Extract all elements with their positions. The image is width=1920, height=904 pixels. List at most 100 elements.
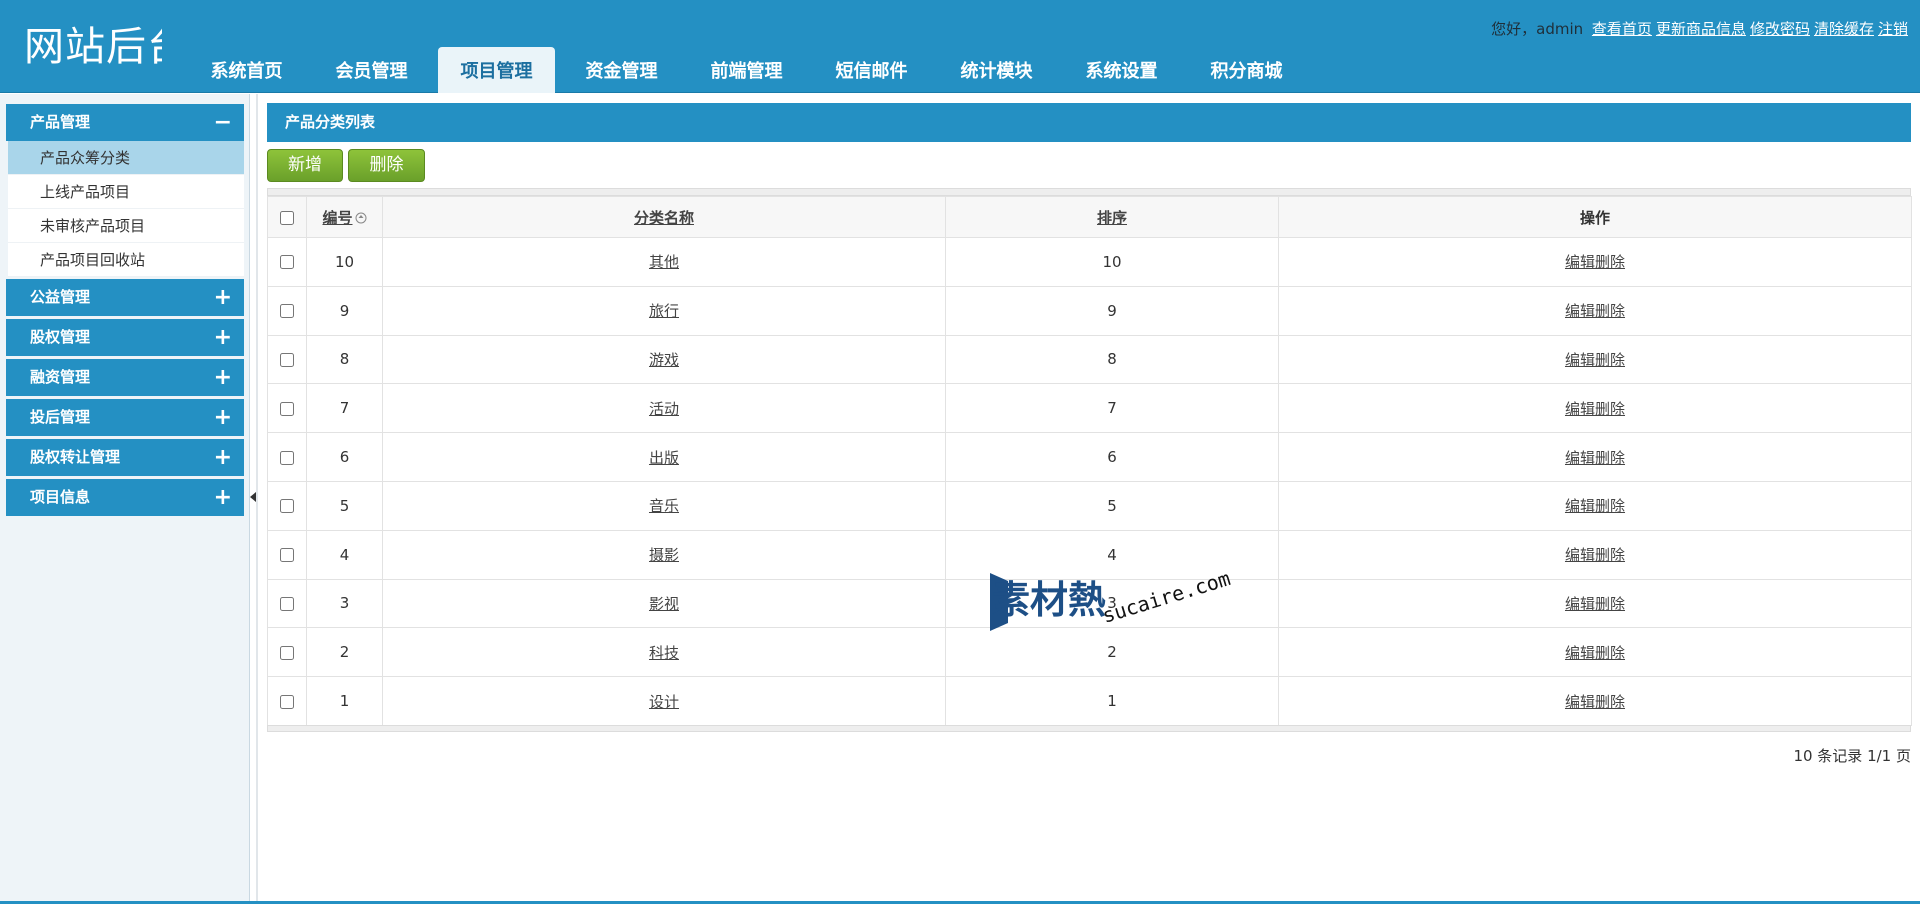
sidebar-item-recycle-bin[interactable]: 产品项目回收站 bbox=[8, 243, 244, 277]
row-name-link[interactable]: 其他 bbox=[649, 253, 679, 271]
edit-link[interactable]: 编辑 bbox=[1565, 351, 1595, 369]
row-checkbox[interactable] bbox=[280, 694, 294, 709]
tab-system-home[interactable]: 系统首页 bbox=[188, 47, 305, 93]
row-checkbox[interactable] bbox=[280, 548, 294, 563]
row-name-link[interactable]: 音乐 bbox=[649, 497, 679, 515]
sort-by-name-link[interactable]: 分类名称 bbox=[634, 209, 694, 227]
view-home-link[interactable]: 查看首页 bbox=[1592, 20, 1652, 38]
select-all-checkbox[interactable] bbox=[280, 210, 294, 225]
change-password-link[interactable]: 修改密码 bbox=[1750, 20, 1810, 38]
row-id: 4 bbox=[306, 529, 383, 580]
row-order: 10 bbox=[945, 237, 1279, 287]
delete-button[interactable]: 删除 bbox=[348, 149, 425, 182]
sidebar-group-label: 项目信息 bbox=[30, 488, 91, 506]
edit-link[interactable]: 编辑 bbox=[1565, 693, 1595, 711]
sidebar-group-equity[interactable]: 股权管理 + bbox=[6, 319, 244, 356]
pagination-info: 10 条记录 1/1 页 bbox=[1793, 747, 1911, 765]
sidebar-group-charity[interactable]: 公益管理 + bbox=[6, 279, 244, 316]
edit-link[interactable]: 编辑 bbox=[1565, 644, 1595, 662]
delete-link[interactable]: 删除 bbox=[1595, 644, 1625, 662]
row-name-link[interactable]: 摄影 bbox=[649, 546, 679, 564]
delete-link[interactable]: 删除 bbox=[1595, 351, 1625, 369]
sidebar-collapse-handle[interactable] bbox=[250, 457, 258, 537]
row-checkbox[interactable] bbox=[280, 450, 294, 465]
column-header-name[interactable]: 分类名称 bbox=[382, 196, 946, 238]
tab-frontend[interactable]: 前端管理 bbox=[688, 47, 805, 93]
add-button[interactable]: 新增 bbox=[267, 149, 343, 182]
delete-link[interactable]: 删除 bbox=[1595, 253, 1625, 271]
expand-icon[interactable]: + bbox=[214, 319, 232, 356]
tab-statistics[interactable]: 统计模块 bbox=[938, 47, 1055, 93]
sidebar-item-online-projects[interactable]: 上线产品项目 bbox=[8, 175, 244, 209]
row-checkbox[interactable] bbox=[280, 645, 294, 660]
edit-link[interactable]: 编辑 bbox=[1565, 449, 1595, 467]
category-table: 编号 分类名称 排序 操作 10 其他 10 编辑删除 9 旅行 9 编辑删除 … bbox=[267, 196, 1912, 726]
row-id: 8 bbox=[306, 334, 383, 385]
sidebar-submenu: 产品众筹分类 上线产品项目 未审核产品项目 产品项目回收站 bbox=[8, 141, 244, 277]
expand-icon[interactable]: + bbox=[214, 399, 232, 436]
delete-link[interactable]: 删除 bbox=[1595, 449, 1625, 467]
expand-icon[interactable]: + bbox=[214, 279, 232, 316]
sort-by-order-link[interactable]: 排序 bbox=[1097, 209, 1127, 227]
row-checkbox[interactable] bbox=[280, 499, 294, 514]
row-name-link[interactable]: 出版 bbox=[649, 449, 679, 467]
sidebar-item-unreviewed-projects[interactable]: 未审核产品项目 bbox=[8, 209, 244, 243]
edit-link[interactable]: 编辑 bbox=[1565, 400, 1595, 418]
edit-link[interactable]: 编辑 bbox=[1565, 546, 1595, 564]
sidebar-group-project-info[interactable]: 项目信息 + bbox=[6, 479, 244, 516]
collapse-icon[interactable]: − bbox=[214, 104, 232, 141]
expand-icon[interactable]: + bbox=[214, 439, 232, 476]
delete-link[interactable]: 删除 bbox=[1595, 595, 1625, 613]
delete-link[interactable]: 删除 bbox=[1595, 546, 1625, 564]
top-header: 网站后台 您好，admin 查看首页更新商品信息修改密码清除缓存注销 系统首页 … bbox=[0, 0, 1920, 93]
edit-link[interactable]: 编辑 bbox=[1565, 595, 1595, 613]
row-checkbox[interactable] bbox=[280, 401, 294, 416]
clear-cache-link[interactable]: 清除缓存 bbox=[1814, 20, 1874, 38]
logout-link[interactable]: 注销 bbox=[1878, 20, 1908, 38]
row-name-link[interactable]: 设计 bbox=[649, 693, 679, 711]
sidebar-group-label: 融资管理 bbox=[30, 368, 91, 386]
edit-link[interactable]: 编辑 bbox=[1565, 253, 1595, 271]
sidebar-group-label: 股权管理 bbox=[30, 328, 91, 346]
delete-link[interactable]: 删除 bbox=[1595, 693, 1625, 711]
tab-funds[interactable]: 资金管理 bbox=[563, 47, 680, 93]
select-all-cell bbox=[267, 196, 307, 238]
row-name-link[interactable]: 游戏 bbox=[649, 351, 679, 369]
sort-by-id-link[interactable]: 编号 bbox=[322, 209, 352, 227]
delete-link[interactable]: 删除 bbox=[1595, 400, 1625, 418]
sidebar-group-products[interactable]: 产品管理 − bbox=[6, 104, 244, 141]
edit-link[interactable]: 编辑 bbox=[1565, 497, 1595, 515]
tab-points-mall[interactable]: 积分商城 bbox=[1188, 47, 1305, 93]
row-checkbox[interactable] bbox=[280, 255, 294, 270]
tab-projects[interactable]: 项目管理 bbox=[438, 47, 555, 93]
row-id: 9 bbox=[306, 285, 383, 336]
tab-sms-email[interactable]: 短信邮件 bbox=[813, 47, 930, 93]
tab-settings[interactable]: 系统设置 bbox=[1063, 47, 1180, 93]
sidebar: 产品管理 − 产品众筹分类 上线产品项目 未审核产品项目 产品项目回收站 公益管… bbox=[0, 94, 250, 904]
table-row: 7 活动 7 编辑删除 bbox=[267, 383, 1912, 434]
delete-link[interactable]: 删除 bbox=[1595, 302, 1625, 320]
row-name-link[interactable]: 活动 bbox=[649, 400, 679, 418]
row-checkbox[interactable] bbox=[280, 596, 294, 611]
row-checkbox[interactable] bbox=[280, 304, 294, 319]
sidebar-item-crowdfunding-category[interactable]: 产品众筹分类 bbox=[8, 141, 244, 175]
table-row: 2 科技 2 编辑删除 bbox=[267, 627, 1912, 678]
edit-link[interactable]: 编辑 bbox=[1565, 302, 1595, 320]
expand-icon[interactable]: + bbox=[214, 359, 232, 396]
table-row: 1 设计 1 编辑删除 bbox=[267, 676, 1912, 726]
tab-members[interactable]: 会员管理 bbox=[313, 47, 430, 93]
sidebar-group-financing[interactable]: 融资管理 + bbox=[6, 359, 244, 396]
row-name-link[interactable]: 科技 bbox=[649, 644, 679, 662]
delete-link[interactable]: 删除 bbox=[1595, 497, 1625, 515]
sidebar-group-post-investment[interactable]: 投后管理 + bbox=[6, 399, 244, 436]
row-id: 2 bbox=[306, 627, 383, 678]
row-name-link[interactable]: 旅行 bbox=[649, 302, 679, 320]
row-checkbox[interactable] bbox=[280, 352, 294, 367]
column-header-id[interactable]: 编号 bbox=[306, 196, 383, 238]
column-header-order[interactable]: 排序 bbox=[945, 196, 1279, 238]
table-row: 3 影视 3 编辑删除 bbox=[267, 578, 1912, 629]
row-name-link[interactable]: 影视 bbox=[649, 595, 679, 613]
sidebar-group-equity-transfer[interactable]: 股权转让管理 + bbox=[6, 439, 244, 476]
expand-icon[interactable]: + bbox=[214, 479, 232, 516]
update-products-link[interactable]: 更新商品信息 bbox=[1656, 20, 1746, 38]
